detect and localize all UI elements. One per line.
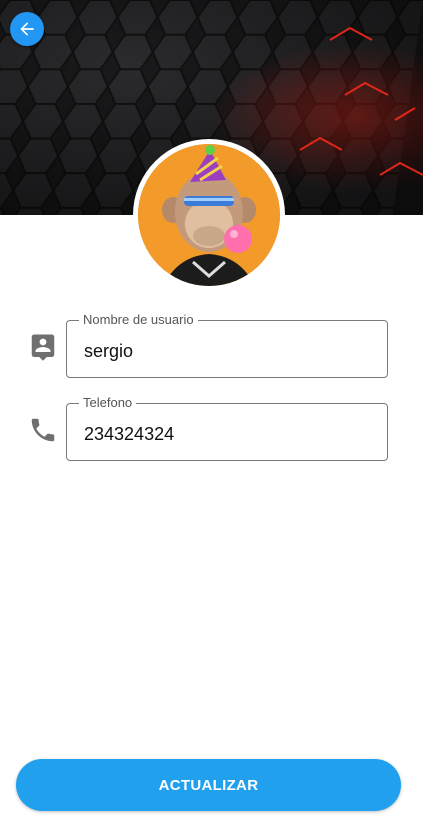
phone-icon — [31, 418, 55, 442]
phone-label: Telefono — [79, 394, 137, 412]
username-label: Nombre de usuario — [79, 311, 198, 329]
contact-card-icon — [31, 334, 55, 361]
phone-value[interactable]: 234324324 — [84, 423, 174, 445]
update-button[interactable]: ACTUALIZAR — [16, 759, 401, 811]
username-value[interactable]: sergio — [84, 340, 133, 362]
username-field[interactable]: Nombre de usuario sergio — [66, 311, 388, 378]
avatar-frame — [133, 139, 285, 291]
arrow-back-icon — [20, 22, 34, 36]
phone-field[interactable]: Telefono 234324324 — [66, 394, 388, 461]
username-row: Nombre de usuario sergio — [0, 311, 423, 380]
avatar[interactable] — [138, 144, 280, 286]
back-button[interactable] — [10, 12, 44, 46]
profile-avatar-image — [138, 144, 280, 286]
phone-row: Telefono 234324324 — [0, 394, 423, 463]
